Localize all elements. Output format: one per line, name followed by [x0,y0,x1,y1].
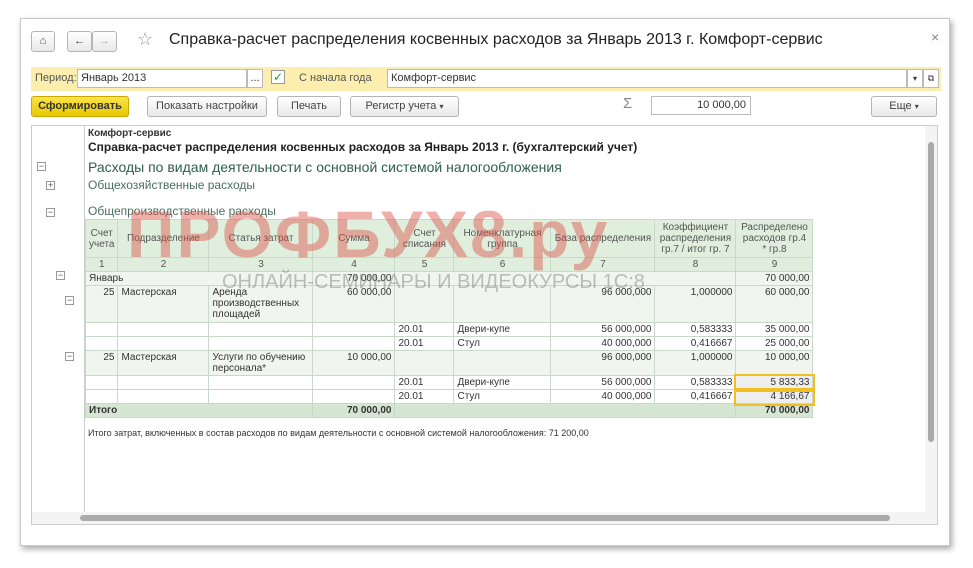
base-cell: 40 000,000 [550,389,656,404]
account-cell: 25 [84,350,119,376]
forward-arrow-icon: → [99,35,110,47]
home-button[interactable]: ⌂ [31,31,55,52]
coefficient-cell: 1,000000 [654,350,737,376]
coefficient-cell: 0,583333 [654,322,737,337]
column-number: 1 [84,257,119,272]
collapse-icon[interactable]: − [46,208,55,217]
total-distributed: 70 000,00 [735,403,814,418]
organization-dropdown-icon[interactable]: ▾ [907,69,923,88]
report-window: ⌂ ← → ☆ Справка-расчет распределения кос… [20,18,950,546]
from-year-checkbox[interactable]: ✓ [271,70,285,84]
table-row[interactable]: 25 Мастерская Услуги по обучению персонала… [84,350,814,376]
back-arrow-icon: ← [74,35,85,47]
column-number: 8 [654,257,737,272]
distributed-cell[interactable]: 25 000,00 [735,336,814,351]
total-row: Итого 70 000,00 70 000,00 [84,403,814,418]
dropdown-icon: ▾ [439,102,444,111]
expand-icon[interactable]: + [46,181,55,190]
group-general-expenses: Общехозяйственные расходы [88,178,256,192]
column-number: 9 [735,257,814,272]
column-header: Счет учета [84,219,119,258]
vertical-scrollbar[interactable] [925,126,937,524]
distributed-cell[interactable]: 35 000,00 [735,322,814,337]
register-button[interactable]: Регистр учета ▾ [350,96,459,117]
print-button[interactable]: Печать [277,96,341,117]
coefficient-cell: 0,416667 [654,389,737,404]
table-subrow[interactable]: 20.01 Двери-купе 56 000,000 0,583333 5 833,3… [84,373,815,392]
base-cell: 56 000,000 [550,322,656,337]
report-area: − + − − − − Комфорт-сервис Справка-расче… [31,125,938,525]
distributed-cell: 10 000,00 [735,350,814,376]
collapse-icon[interactable]: − [56,271,65,280]
watermark-logo: ПРОФБУХ8.ру [127,197,610,271]
report-organization: Комфорт-сервис [88,128,172,139]
product-group-cell: Стул [453,336,552,351]
more-button[interactable]: Еще ▾ [871,96,937,117]
organization-open-icon[interactable]: ⧉ [923,69,939,88]
generate-button[interactable]: Сформировать [31,96,129,117]
period-select-button[interactable]: ... [247,69,263,88]
collapse-icon[interactable]: − [37,162,46,171]
close-icon[interactable]: × [931,29,939,45]
collapse-icon[interactable]: − [65,352,74,361]
month-distributed: 70 000,00 [735,271,814,286]
collapse-icon[interactable]: − [65,296,74,305]
base-cell: 96 000,000 [550,350,656,376]
writeoff-account-cell: 20.01 [394,375,455,390]
sum-icon: Σ [623,95,633,112]
table-subrow[interactable]: 20.01 Стул 40 000,000 0,416667 25 000,00 [84,336,814,351]
writeoff-account-cell: 20.01 [394,322,455,337]
cost-item-cell: Услуги по обучению персонала* [208,350,314,376]
coefficient-cell: 1,000000 [654,285,737,323]
more-label: Еще [889,100,912,112]
column-header: Коэффициент распределения гр.7 / итог гр… [654,219,737,258]
account-cell: 25 [84,285,119,323]
period-label: Период: [35,72,77,84]
filter-bar: Период: Январь 2013 ... ✓ С начала года … [31,67,941,91]
department-cell: Мастерская [117,350,210,376]
report-section: Расходы по видам деятельности с основной… [88,159,562,175]
forward-button[interactable]: → [92,31,117,52]
writeoff-account-cell: 20.01 [394,336,455,351]
sum-value-field: 10 000,00 [651,96,751,115]
period-input[interactable]: Январь 2013 [77,69,247,88]
horizontal-scroll-thumb[interactable] [80,515,890,521]
base-cell: 40 000,000 [550,336,656,351]
table-subrow[interactable]: 20.01 Стул 40 000,000 0,416667 4 166,67 [84,387,815,406]
window-title: Справка-расчет распределения косвенных р… [169,31,823,48]
distributed-cell[interactable]: 4 166,67 [733,387,815,406]
total-label: Итого [84,403,314,418]
sum-cell: 10 000,00 [312,350,396,376]
dropdown-icon: ▾ [914,102,919,111]
report-heading: Справка-расчет распределения косвенных р… [88,140,638,154]
organization-input[interactable]: Комфорт-сервис [387,69,907,88]
register-label: Регистр учета [365,100,437,112]
from-year-label: С начала года [299,72,372,84]
product-group-cell: Двери-купе [453,375,552,390]
product-group-cell: Двери-купе [453,322,552,337]
total-sum: 70 000,00 [312,403,396,418]
report-footer: Итого затрат, включенных в состав расход… [88,428,589,438]
product-group-cell: Стул [453,389,552,404]
table-subrow[interactable]: 20.01 Двери-купе 56 000,000 0,583333 35 000,… [84,322,814,337]
show-settings-button[interactable]: Показать настройки [147,96,267,117]
base-cell: 56 000,000 [550,375,656,390]
coefficient-cell: 0,583333 [654,375,737,390]
home-icon: ⌂ [39,35,47,47]
coefficient-cell: 0,416667 [654,336,737,351]
distributed-cell: 60 000,00 [735,285,814,323]
watermark-tagline: ОНЛАЙН-СЕМИНАРЫ И ВИДЕОКУРСЫ 1С:8 [222,271,645,293]
favorite-star-icon[interactable]: ☆ [137,29,153,50]
column-header: Распределено расходов гр.4 * гр.8 [735,219,814,258]
horizontal-scrollbar[interactable] [32,512,925,524]
back-button[interactable]: ← [67,31,92,52]
distributed-cell[interactable]: 5 833,33 [733,373,815,392]
department-cell: Мастерская [117,285,210,323]
vertical-scroll-thumb[interactable] [928,142,934,442]
writeoff-account-cell: 20.01 [394,389,455,404]
